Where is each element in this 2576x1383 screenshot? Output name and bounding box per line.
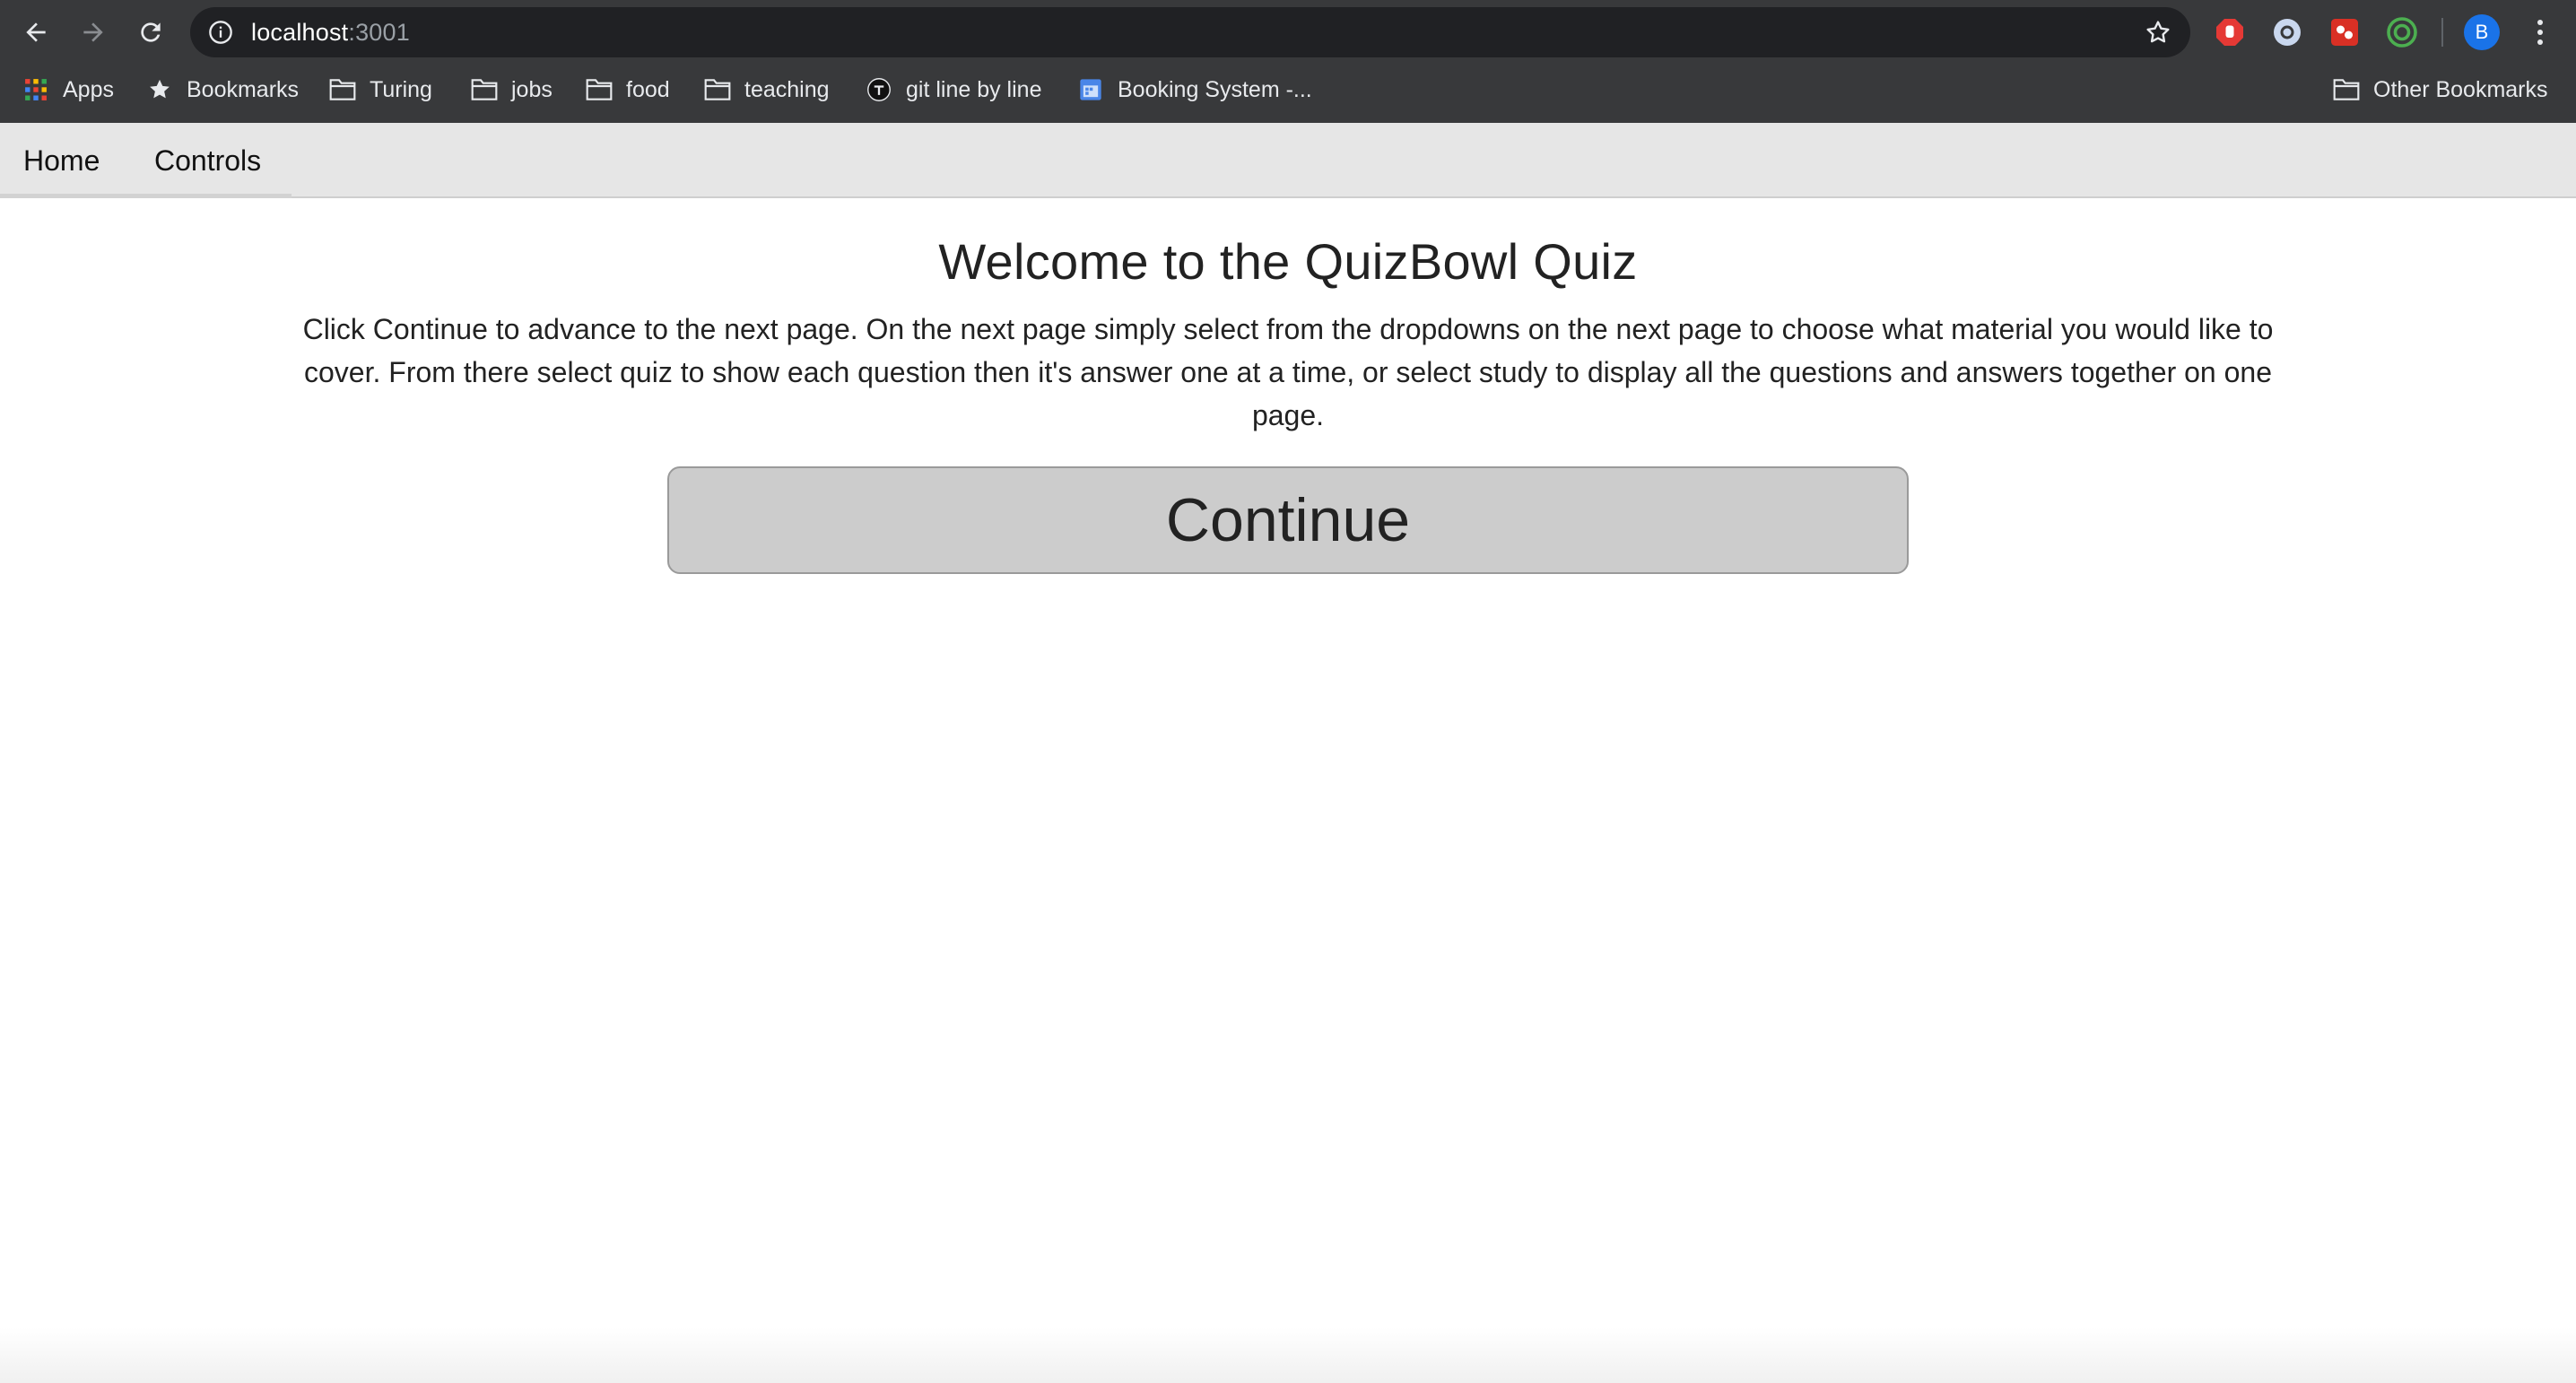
folder-icon xyxy=(328,75,357,104)
app-navbar: Home Controls xyxy=(0,123,2576,198)
browser-chrome: localhost:3001 B Apps Bookmarks Turing j… xyxy=(0,0,2576,123)
bookmark-booking-system[interactable]: Booking System -... xyxy=(1076,68,1312,111)
bookmarks-bar: Apps Bookmarks Turing jobs food teaching… xyxy=(0,68,2576,111)
page-title: Welcome to the QuizBowl Quiz xyxy=(938,233,1638,290)
url-port: :3001 xyxy=(348,19,410,46)
calendar-icon xyxy=(1076,75,1105,104)
bookmark-label: Bookmarks xyxy=(187,76,300,102)
window-bottom-shadow xyxy=(0,1327,2576,1383)
bookmark-label: Booking System -... xyxy=(1118,76,1312,102)
address-bar[interactable]: localhost:3001 xyxy=(190,7,2190,57)
browser-toolbar: localhost:3001 B xyxy=(0,0,2576,65)
url-host: localhost xyxy=(251,19,349,46)
page-description: Click Continue to advance to the next pa… xyxy=(302,313,2274,431)
nav-controls[interactable]: Controls xyxy=(131,123,284,198)
bookmark-label: Apps xyxy=(63,76,114,102)
reload-icon[interactable] xyxy=(131,13,170,52)
extension-red-icon[interactable] xyxy=(2328,16,2361,48)
bookmark-folder-turing[interactable]: Turing xyxy=(328,68,432,111)
bookmark-label: Other Bookmarks xyxy=(2373,76,2548,102)
adblock-extension-icon[interactable] xyxy=(2214,16,2246,48)
extension-target-icon[interactable] xyxy=(2386,16,2418,48)
bookmark-folder-jobs[interactable]: jobs xyxy=(470,68,553,111)
bookmark-label: jobs xyxy=(511,76,553,102)
bookmark-folder-food[interactable]: food xyxy=(585,68,670,111)
folder-icon xyxy=(703,75,732,104)
folder-icon xyxy=(2332,75,2361,104)
bookmark-label: teaching xyxy=(744,76,830,102)
bookmark-other-bookmarks[interactable]: Other Bookmarks xyxy=(2332,68,2548,111)
back-arrow-icon[interactable] xyxy=(16,13,56,52)
forward-arrow-icon[interactable] xyxy=(74,13,113,52)
star-icon[interactable] xyxy=(2144,18,2172,47)
star-icon xyxy=(145,75,174,104)
profile-avatar[interactable]: B xyxy=(2464,14,2500,50)
bookmark-git-line-by-line[interactable]: git line by line xyxy=(865,68,1041,111)
bookmark-label: Turing xyxy=(370,76,432,102)
apps-grid-icon xyxy=(22,75,50,104)
extension-circle-icon[interactable] xyxy=(2271,16,2303,48)
folder-icon xyxy=(585,75,614,104)
folder-icon xyxy=(470,75,499,104)
bookmark-label: git line by line xyxy=(906,76,1042,102)
continue-button[interactable]: Continue xyxy=(667,466,1909,574)
bookmark-apps[interactable]: Apps xyxy=(22,68,114,111)
nav-home[interactable]: Home xyxy=(0,123,123,198)
site-favicon-icon xyxy=(865,75,893,104)
bookmark-bookmarks[interactable]: Bookmarks xyxy=(145,68,299,111)
kebab-menu-icon[interactable] xyxy=(2529,14,2551,50)
toolbar-separator xyxy=(2441,18,2443,47)
bookmark-label: food xyxy=(626,76,670,102)
nav-active-indicator xyxy=(0,194,292,198)
url-text: localhost:3001 xyxy=(251,19,410,47)
info-icon[interactable] xyxy=(208,20,233,45)
bookmark-folder-teaching[interactable]: teaching xyxy=(703,68,830,111)
